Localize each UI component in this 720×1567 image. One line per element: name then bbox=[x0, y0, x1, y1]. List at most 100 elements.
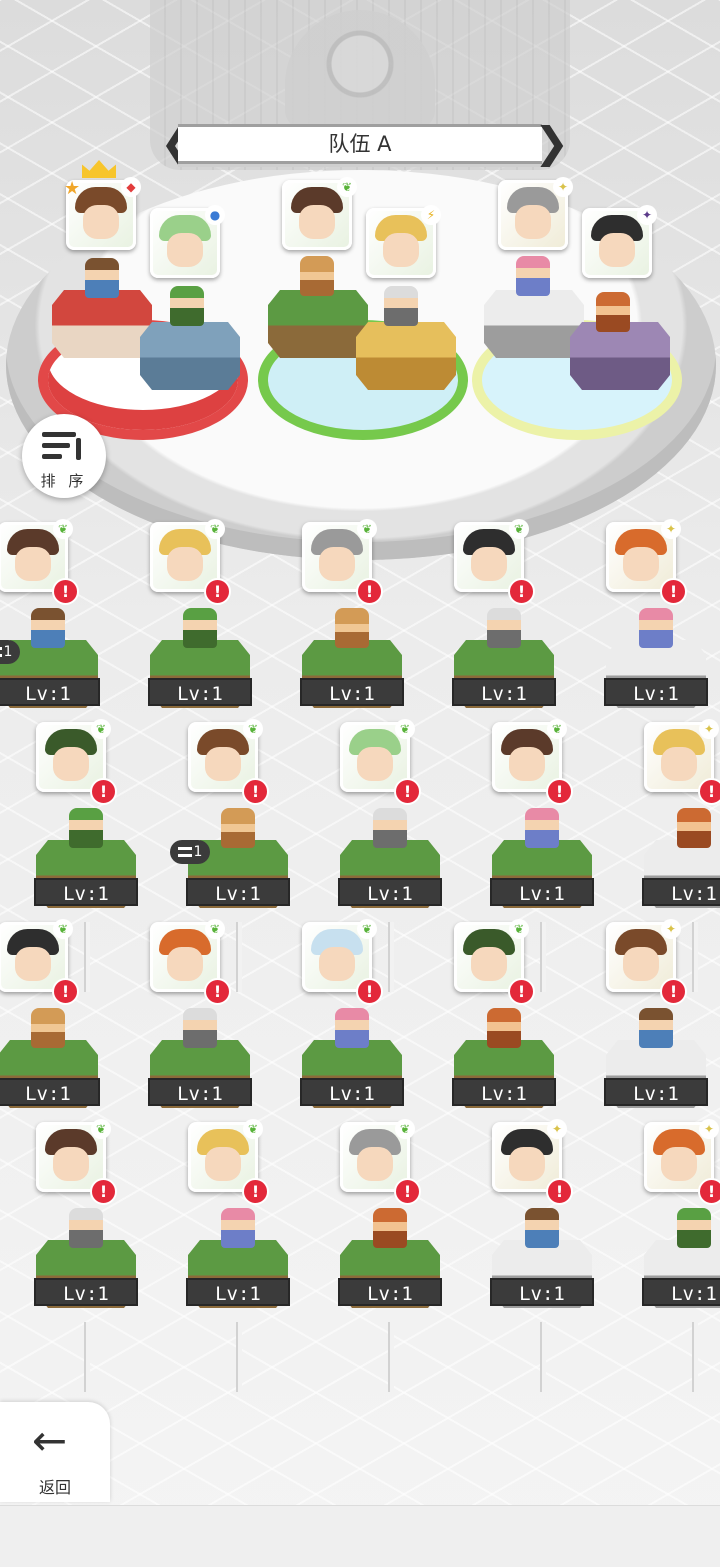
level-badge: Lv:1 bbox=[148, 678, 252, 706]
leaf-icon: ❦ bbox=[91, 1119, 111, 1139]
portrait-face bbox=[509, 1147, 545, 1181]
portrait-face bbox=[205, 747, 241, 781]
portrait-face bbox=[599, 233, 635, 267]
alert-icon: ! bbox=[698, 778, 720, 805]
level-badge: Lv:1 bbox=[604, 1078, 708, 1106]
leaf-icon: ❦ bbox=[91, 719, 111, 739]
leaf-icon: ❦ bbox=[357, 919, 377, 939]
lineup-portrait[interactable]: ❦ bbox=[282, 177, 357, 250]
alert-icon: ! bbox=[90, 778, 117, 805]
stack-count-badge: 1 bbox=[170, 840, 210, 864]
unit-pole bbox=[84, 1322, 90, 1392]
character-sprite bbox=[639, 608, 673, 648]
level-badge: Lv:1 bbox=[0, 678, 100, 706]
level-badge: Lv:1 bbox=[604, 678, 708, 706]
lineup-portrait[interactable]: ✦ bbox=[582, 205, 657, 278]
level-badge: Lv:1 bbox=[452, 678, 556, 706]
team-block bbox=[356, 322, 456, 390]
portrait-face bbox=[15, 947, 51, 981]
alert-icon: ! bbox=[698, 1178, 720, 1205]
stack-count: 1 bbox=[193, 844, 203, 860]
character-sprite bbox=[596, 292, 630, 332]
alert-icon: ! bbox=[546, 1178, 573, 1205]
portrait-face bbox=[167, 233, 203, 267]
next-team-button[interactable]: ❯ bbox=[534, 122, 569, 166]
alert-icon: ! bbox=[508, 978, 535, 1005]
lineup-portrait[interactable]: ✦ bbox=[498, 177, 573, 250]
leaf-icon: ❦ bbox=[547, 719, 567, 739]
leaf-icon: ❦ bbox=[53, 919, 73, 939]
leaf-icon: ❦ bbox=[395, 1119, 415, 1139]
team-block bbox=[268, 290, 368, 358]
back-button[interactable]: ← 返回 bbox=[0, 1402, 110, 1502]
sort-button[interactable]: 排 序 bbox=[22, 414, 106, 498]
character-sprite bbox=[221, 808, 255, 848]
level-badge: Lv:1 bbox=[186, 878, 290, 906]
sparkle-icon: ✦ bbox=[553, 177, 573, 197]
sparkle-icon: ✦ bbox=[661, 519, 681, 539]
character-sprite bbox=[221, 1208, 255, 1248]
level-badge: Lv:1 bbox=[490, 878, 594, 906]
portrait-face bbox=[319, 947, 355, 981]
portrait-face bbox=[383, 233, 419, 267]
leaf-icon: ❦ bbox=[205, 919, 225, 939]
portrait-face bbox=[623, 947, 659, 981]
bolt-icon: ⚡ bbox=[421, 205, 441, 225]
stack-icon bbox=[0, 647, 2, 657]
game-scene: ❮ 队伍 A ❯ ◆★●❦⚡✦✦ 排 序 Lv:1❦!1Lv:1❦!Lv:1❦!… bbox=[0, 0, 720, 1567]
portrait-face bbox=[357, 747, 393, 781]
level-badge: Lv:1 bbox=[452, 1078, 556, 1106]
character-sprite bbox=[639, 1008, 673, 1048]
team-block bbox=[570, 322, 670, 390]
portrait-face bbox=[319, 547, 355, 581]
unit-pole bbox=[692, 1322, 698, 1392]
alert-icon: ! bbox=[546, 778, 573, 805]
character-sprite bbox=[69, 1208, 103, 1248]
character-sprite bbox=[384, 286, 418, 326]
sort-list-icon bbox=[42, 432, 86, 462]
character-sprite bbox=[373, 1208, 407, 1248]
sort-label: 排 序 bbox=[40, 472, 88, 490]
level-badge: Lv:1 bbox=[186, 1278, 290, 1306]
team-block bbox=[52, 290, 152, 358]
leaf-icon: ❦ bbox=[509, 919, 529, 939]
character-sprite bbox=[487, 1008, 521, 1048]
alert-icon: ! bbox=[204, 578, 231, 605]
character-sprite bbox=[335, 608, 369, 648]
leaf-icon: ❦ bbox=[243, 719, 263, 739]
sparkle-icon: ✦ bbox=[661, 919, 681, 939]
level-badge: Lv:1 bbox=[34, 1278, 138, 1306]
alert-icon: ! bbox=[660, 578, 687, 605]
portrait-face bbox=[357, 1147, 393, 1181]
alert-icon: ! bbox=[508, 578, 535, 605]
character-sprite bbox=[170, 286, 204, 326]
leaf-icon: ❦ bbox=[357, 519, 377, 539]
character-sprite bbox=[85, 258, 119, 298]
stack-count: 1 bbox=[3, 644, 13, 660]
level-badge: Lv:1 bbox=[148, 1078, 252, 1106]
alert-icon: ! bbox=[52, 578, 79, 605]
character-sprite bbox=[677, 808, 711, 848]
alert-icon: ! bbox=[242, 778, 269, 805]
character-sprite bbox=[335, 1008, 369, 1048]
leaf-icon: ❦ bbox=[395, 719, 415, 739]
lineup-portrait[interactable]: ⚡ bbox=[366, 205, 441, 278]
unit-pole bbox=[540, 1322, 546, 1392]
level-badge: Lv:1 bbox=[300, 678, 404, 706]
star-icon: ✦ bbox=[637, 205, 657, 225]
portrait-face bbox=[83, 205, 119, 239]
lineup-portrait[interactable]: ● bbox=[150, 205, 225, 278]
stack-icon bbox=[177, 847, 192, 857]
portrait-face bbox=[167, 547, 203, 581]
alert-icon: ! bbox=[52, 978, 79, 1005]
leaf-icon: ❦ bbox=[243, 1119, 263, 1139]
leaf-icon: ❦ bbox=[509, 519, 529, 539]
character-sprite bbox=[69, 808, 103, 848]
unit-pole bbox=[540, 922, 546, 992]
character-sprite bbox=[487, 608, 521, 648]
unit-pole bbox=[236, 1322, 242, 1392]
level-badge: Lv:1 bbox=[642, 1278, 720, 1306]
level-badge: Lv:1 bbox=[300, 1078, 404, 1106]
back-label: 返回 bbox=[38, 1478, 71, 1497]
character-sprite bbox=[183, 608, 217, 648]
